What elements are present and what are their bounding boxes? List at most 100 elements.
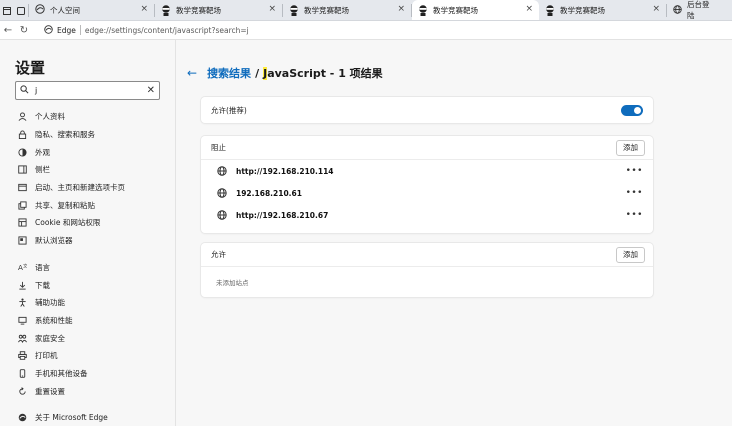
lock-icon xyxy=(17,130,27,140)
sidebar-item-profiles[interactable]: 个人资料 xyxy=(17,108,167,126)
settings-title: 设置 xyxy=(15,59,46,77)
share-icon xyxy=(17,200,27,210)
sidebar-item-label: 打印机 xyxy=(35,351,58,361)
sidebar-item-label: 重置设置 xyxy=(35,386,65,396)
back-icon[interactable]: ← xyxy=(0,21,16,40)
sidebar-item-accessibility[interactable]: 辅助功能 xyxy=(17,294,167,312)
toggle-knob xyxy=(634,106,641,114)
sidebar-item-label: 系统和性能 xyxy=(35,315,73,325)
sidebar-item-startup[interactable]: 启动、主页和新建选项卡页 xyxy=(17,179,167,197)
sidebar-item-family-safety[interactable]: 家庭安全 xyxy=(17,329,167,347)
tab-range-1[interactable]: 教学竞赛靶场 × xyxy=(155,0,282,20)
block-section-header: 阻止 添加 xyxy=(201,136,653,160)
sidebar-item-appearance[interactable]: 外观 xyxy=(17,143,167,161)
sidebar-item-label: 下载 xyxy=(35,280,50,290)
more-options-icon[interactable]: ••• xyxy=(626,210,643,220)
sidebar-item-phone-devices[interactable]: 手机和其他设备 xyxy=(17,365,167,383)
allow-section-title: 允许 xyxy=(211,250,226,259)
page-title: JavaScript - 1 项结果 xyxy=(263,65,383,81)
settings-sidebar: 设置 j ✕ 个人资料 隐私、搜索和服务 外观 侧栏 启动、主页和新建选项卡页 xyxy=(0,40,176,426)
page-title-rest: avaScript - 1 项结果 xyxy=(267,67,383,80)
sidebar-item-share[interactable]: 共享、复制和粘贴 xyxy=(17,196,167,214)
refresh-icon[interactable]: ↻ xyxy=(16,21,32,40)
language-icon: A文 xyxy=(17,262,27,272)
clear-search-icon[interactable]: ✕ xyxy=(147,85,155,96)
family-icon xyxy=(17,333,27,343)
block-section-title: 阻止 xyxy=(211,143,226,152)
sidebar-item-label: 家庭安全 xyxy=(35,333,65,343)
block-add-button[interactable]: 添加 xyxy=(616,139,645,156)
ninja-avatar-icon xyxy=(289,4,299,16)
sidebar-item-cookies[interactable]: Cookie 和网站权限 xyxy=(17,214,167,232)
sidebar-item-label: 手机和其他设备 xyxy=(35,368,88,378)
window-menu-icon[interactable] xyxy=(0,0,14,21)
browser-toolbar: ← ↻ Edge edge://settings/content/javascr… xyxy=(0,21,732,40)
workspaces-icon[interactable] xyxy=(14,0,28,21)
tab-title: 教学竞赛靶场 xyxy=(560,5,605,15)
sidebar-item-sidebar[interactable]: 侧栏 xyxy=(17,161,167,179)
browser-icon xyxy=(17,236,27,246)
sidebar-item-label: 辅助功能 xyxy=(35,298,65,308)
tab-personal-space[interactable]: 个人空间 × xyxy=(29,0,154,20)
sidebar-item-about-edge[interactable]: 关于 Microsoft Edge xyxy=(17,409,167,426)
address-url[interactable]: edge://settings/content/javascript?searc… xyxy=(85,26,249,35)
sidebar-item-system[interactable]: 系统和性能 xyxy=(17,312,167,330)
sidebar-item-default-browser[interactable]: 默认浏览器 xyxy=(17,232,167,250)
sidebar-item-printers[interactable]: 打印机 xyxy=(17,347,167,365)
tab-title: 后台登陆 xyxy=(687,0,710,20)
sidebar-item-downloads[interactable]: 下载 xyxy=(17,276,167,294)
tab-range-2[interactable]: 教学竞赛靶场 × xyxy=(283,0,411,20)
globe-icon xyxy=(217,166,227,176)
more-options-icon[interactable]: ••• xyxy=(626,166,643,176)
breadcrumb-separator: / xyxy=(255,66,260,80)
back-arrow-icon[interactable]: ← xyxy=(187,66,197,80)
sidebar-item-languages[interactable]: A文 语言 xyxy=(17,259,167,277)
tab-range-4[interactable]: 教学竞赛靶场 × xyxy=(539,0,666,20)
allow-recommended-row: 允许(推荐) xyxy=(201,97,653,123)
sidebar-item-label: 个人资料 xyxy=(35,112,65,122)
sidebar-item-label: 默认浏览器 xyxy=(35,236,73,246)
block-section: 阻止 添加 http://192.168.210.114 ••• 192.168… xyxy=(201,136,653,233)
tab-range-3-active[interactable]: 教学竞赛靶场 × xyxy=(412,0,539,20)
close-icon[interactable]: × xyxy=(652,4,660,14)
ninja-avatar-icon xyxy=(545,4,555,16)
allow-recommended-label: 允许(推荐) xyxy=(211,105,247,115)
more-options-icon[interactable]: ••• xyxy=(626,188,643,198)
javascript-toggle[interactable] xyxy=(621,104,643,116)
ninja-avatar-icon xyxy=(161,4,171,16)
close-icon[interactable]: × xyxy=(268,4,276,14)
blocked-site-row: http://192.168.210.114 ••• xyxy=(201,160,653,182)
blocked-site-address: http://192.168.210.114 xyxy=(236,166,334,176)
appearance-icon xyxy=(17,147,27,157)
close-icon[interactable]: × xyxy=(397,4,405,14)
allow-add-button[interactable]: 添加 xyxy=(616,246,645,263)
home-icon xyxy=(17,183,27,193)
tab-admin-login[interactable]: 后台登陆 xyxy=(667,0,717,20)
breadcrumb-search-results-link[interactable]: 搜索结果 xyxy=(207,65,251,81)
edge-icon xyxy=(17,413,27,423)
sidebar-item-label: 共享、复制和粘贴 xyxy=(35,200,95,210)
edge-favicon-icon xyxy=(35,4,45,16)
sidebar-item-label: 关于 Microsoft Edge xyxy=(35,413,108,423)
tab-title: 教学竞赛靶场 xyxy=(304,5,349,15)
svg-text:文: 文 xyxy=(22,263,26,270)
close-icon[interactable]: × xyxy=(525,4,533,14)
sidebar-item-privacy[interactable]: 隐私、搜索和服务 xyxy=(17,126,167,144)
address-bar[interactable]: Edge edge://settings/content/javascript?… xyxy=(38,23,255,37)
reset-icon xyxy=(17,386,27,396)
sidebar-item-label: 外观 xyxy=(35,147,50,157)
sidebar-item-reset[interactable]: 重置设置 xyxy=(17,382,167,400)
blocked-site-row: http://192.168.210.67 ••• xyxy=(201,204,653,226)
printer-icon xyxy=(17,351,27,361)
allow-section-header: 允许 添加 xyxy=(201,243,653,267)
tab-title: 教学竞赛靶场 xyxy=(433,5,478,15)
settings-search-input[interactable]: j ✕ xyxy=(15,81,160,100)
sidebar-item-label: 侧栏 xyxy=(35,165,50,175)
settings-content: ← 搜索结果 / JavaScript - 1 项结果 允许(推荐) 阻止 添加… xyxy=(177,40,732,426)
close-icon[interactable]: × xyxy=(140,4,148,14)
search-value[interactable]: j xyxy=(35,86,147,95)
settings-nav-list: 个人资料 隐私、搜索和服务 外观 侧栏 启动、主页和新建选项卡页 共享、复制和粘… xyxy=(17,108,167,426)
blocked-site-address: http://192.168.210.67 xyxy=(236,210,329,220)
tab-strip: 个人空间 × 教学竞赛靶场 × 教学竞赛靶场 × 教学竞赛靶场 × 教学竞赛靶场… xyxy=(0,0,732,21)
